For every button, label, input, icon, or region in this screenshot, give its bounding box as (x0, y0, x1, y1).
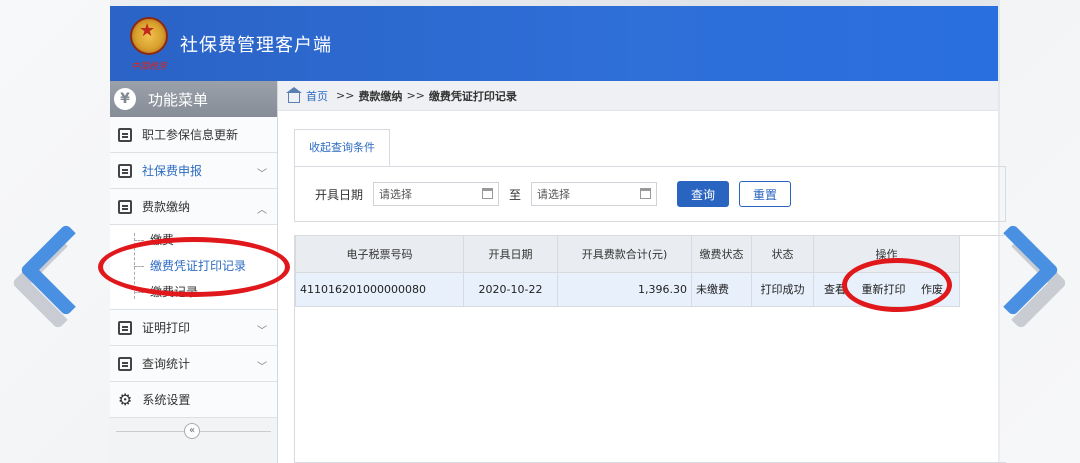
sidebar-item-settings[interactable]: ⚙ 系统设置 (110, 382, 277, 418)
sidebar-header-label: 功能菜单 (148, 90, 209, 109)
breadcrumb-level1: 费款缴纳 (358, 89, 403, 103)
query-tab-bar: 收起查询条件 (294, 129, 390, 167)
emblem-star-icon: ★ (139, 19, 156, 41)
chevron-up-icon: ︿ (257, 205, 267, 216)
yen-icon: ¥ (114, 88, 136, 110)
collapse-sidebar-button[interactable]: « (184, 423, 200, 439)
breadcrumb-home-link[interactable]: 首页 (306, 88, 328, 104)
date-label: 开具日期 (315, 187, 364, 202)
chevron-down-icon: ﹀ (257, 362, 267, 373)
breadcrumb: 首页 >> 费款缴纳 >> 缴费凭证打印记录 (278, 81, 998, 111)
gear-icon: ⚙ (118, 390, 133, 409)
sidebar-item-employee-info[interactable]: 职工参保信息更新 (110, 117, 277, 153)
column-header: 开具日期 (463, 236, 558, 273)
sidebar-item-declaration[interactable]: 社保费申报 ﹀ (110, 153, 277, 189)
calendar-icon[interactable] (640, 188, 652, 199)
chart-icon (118, 356, 132, 371)
sidebar-header: ¥ 功能菜单 (110, 81, 277, 117)
breadcrumb-separator: >> (406, 89, 425, 102)
sidebar-item-payment[interactable]: 费款缴纳 ︿ (110, 189, 277, 225)
payment-status-cell: 未缴费 (691, 271, 752, 307)
start-date-placeholder: 请选择 (379, 188, 413, 201)
calendar-icon[interactable] (482, 188, 494, 199)
reset-button[interactable]: 重置 (739, 181, 792, 207)
ticket-number-cell: 411016201000000080 (295, 271, 464, 307)
column-header: 电子税票号码 (295, 236, 464, 273)
app-header: ★ 中国税务 社保费管理客户端 (110, 6, 998, 81)
chevron-down-icon: ﹀ (257, 326, 267, 337)
home-icon (286, 86, 302, 103)
tax-emblem-logo: ★ 中国税务 (126, 13, 172, 75)
print-status-cell: 打印成功 (751, 271, 814, 307)
to-label: 至 (509, 187, 522, 202)
annotation-ring-right (842, 258, 952, 312)
sidebar-item-label: 职工参保信息更新 (142, 128, 239, 142)
background-panel-left (0, 0, 110, 463)
sidebar-item-label: 证明打印 (142, 321, 191, 335)
emblem-text: 中国税务 (130, 61, 167, 72)
sidebar-item-label: 社保费申报 (142, 164, 203, 178)
column-header: 缴费状态 (691, 236, 752, 273)
annotation-ring-left (98, 237, 290, 297)
list-icon (118, 127, 132, 142)
end-date-input[interactable]: 请选择 (531, 182, 658, 206)
calendar-icon (118, 163, 132, 178)
wallet-icon (118, 199, 132, 214)
query-panel: 开具日期 请选择 至 请选择 查询 重置 (294, 166, 1006, 222)
end-date-placeholder: 请选择 (537, 188, 571, 201)
total-amount-cell: 1,396.30 (557, 271, 692, 307)
chevron-down-icon: ﹀ (257, 169, 267, 180)
breadcrumb-current: 缴费凭证打印记录 (428, 89, 517, 103)
sidebar-item-query-stats[interactable]: 查询统计 ﹀ (110, 346, 277, 382)
issue-date-cell: 2020-10-22 (463, 271, 558, 307)
sidebar-item-label: 查询统计 (142, 357, 191, 371)
column-header: 状态 (751, 236, 814, 273)
sidebar-item-label: 系统设置 (142, 393, 191, 407)
app-window: ★ 中国税务 社保费管理客户端 ¥ 功能菜单 职工参保信息更新 社保费申报 ﹀ … (110, 6, 1006, 463)
breadcrumb-separator: >> (336, 89, 355, 102)
query-button[interactable]: 查询 (677, 181, 730, 207)
print-icon (118, 320, 132, 335)
app-title: 社保费管理客户端 (180, 34, 332, 56)
sidebar-item-certificate-print[interactable]: 证明打印 ﹀ (110, 310, 277, 346)
start-date-input[interactable]: 请选择 (373, 182, 500, 206)
column-header: 开具费款合计(元) (557, 236, 692, 273)
tab-collapse-query[interactable]: 收起查询条件 (294, 129, 390, 167)
sidebar-item-label: 费款缴纳 (142, 200, 191, 214)
